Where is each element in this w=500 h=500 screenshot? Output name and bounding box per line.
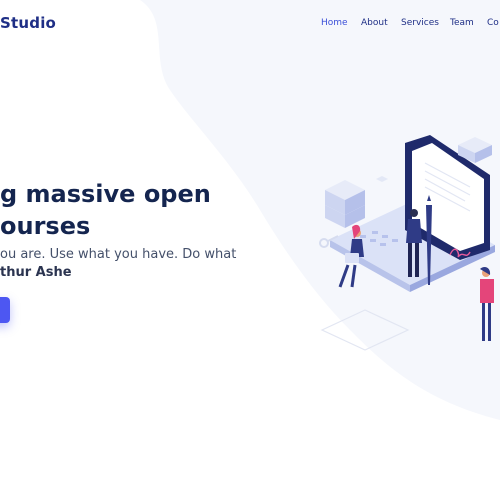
nav-about[interactable]: About [361,18,388,28]
brand-logo[interactable]: Studio [0,14,56,32]
main-nav: Home About Services Team Co [321,18,500,32]
hero-illustration [319,135,495,351]
hero-quote: ou are. Use what you have. Do what [0,247,237,262]
nav-home[interactable]: Home [321,18,348,28]
hero-title: g massive open ourses [0,178,240,242]
hero-quote-author: thur Ashe [0,265,72,280]
nav-services[interactable]: Services [401,18,439,28]
hero-subtitle: ou are. Use what you have. Do what thur … [0,246,240,282]
nav-contact[interactable]: Co [487,18,499,28]
nav-team[interactable]: Team [450,18,474,28]
hero-title-line-2: ourses [0,212,91,240]
hero-title-line-1: g massive open [0,180,211,208]
get-started-button[interactable] [0,297,10,323]
